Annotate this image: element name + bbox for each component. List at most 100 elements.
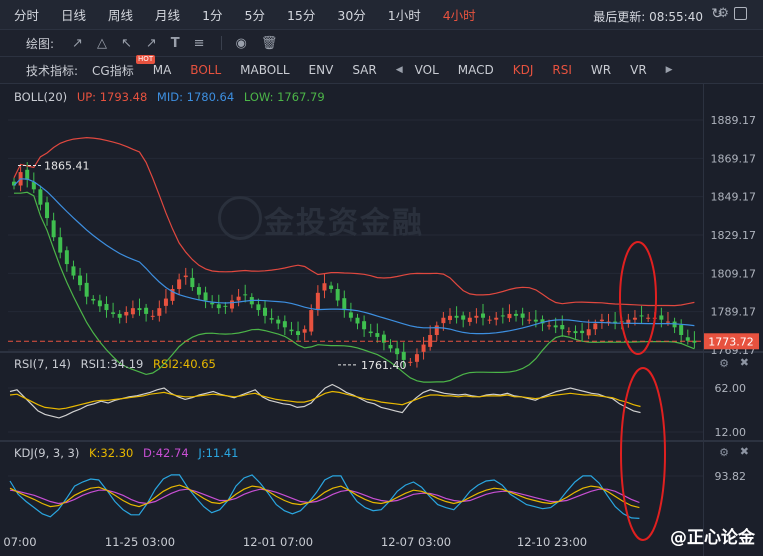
candle-body [276, 319, 281, 324]
kdj-k: K:32.30 [89, 446, 134, 460]
indicator-vol[interactable]: VOL [415, 63, 439, 77]
kdj-title: KDJ(9, 3, 3) [14, 446, 80, 460]
candle-body [454, 315, 459, 318]
ray-tool-icon[interactable]: ↖ [121, 36, 132, 51]
candle-body [395, 348, 400, 355]
tab-timeframe-8[interactable]: 1小时 [388, 5, 421, 24]
candle-body [163, 298, 168, 306]
candle-body [124, 311, 129, 316]
candle-body [263, 307, 268, 316]
indicator-kdj[interactable]: KDJ [513, 63, 534, 77]
kdj-k-line [9, 484, 640, 509]
candle-body [150, 315, 155, 317]
candle-body [441, 317, 446, 324]
boll-up: UP: 1793.48 [76, 90, 148, 104]
candle-body [375, 333, 380, 337]
candle-body [104, 303, 109, 311]
tab-timeframe-6[interactable]: 15分 [287, 5, 315, 24]
indicator-sar[interactable]: SAR [352, 63, 376, 77]
brand-watermark: @正心论金 [670, 528, 755, 548]
price-axis-border [703, 84, 704, 556]
indicator-wr[interactable]: WR [591, 63, 611, 77]
candle-body [38, 189, 43, 205]
rsi2-line [9, 390, 641, 410]
candle-body [580, 330, 585, 334]
rsi-close-icon[interactable]: ✖ [740, 356, 749, 369]
candle-body [421, 344, 426, 352]
candle-body [586, 329, 591, 336]
candle-body [84, 282, 89, 297]
candle-body [685, 337, 690, 341]
line-tool-icon[interactable]: ↗ [72, 36, 83, 51]
candle-body [210, 302, 215, 305]
tab-timeframe-3[interactable]: 月线 [155, 5, 180, 24]
fullscreen-icon[interactable] [734, 7, 747, 20]
candle-body [348, 312, 353, 318]
candle-body [520, 313, 525, 318]
candle-body [203, 292, 208, 301]
price-tick-label: 1849.17 [711, 191, 757, 204]
tab-timeframe-2[interactable]: 周线 [108, 5, 133, 24]
tab-timeframe-0[interactable]: 分时 [14, 5, 39, 24]
candle-body [216, 304, 221, 309]
candle-body [78, 275, 83, 286]
annotation-ellipse-price [619, 241, 657, 355]
indicator-boll[interactable]: BOLL [190, 63, 221, 77]
indicator-cg指标[interactable]: CG指标 HOT [92, 54, 156, 79]
candle-body [243, 294, 248, 296]
candle-body [64, 250, 69, 265]
tab-timeframe-9[interactable]: 4小时 [443, 5, 476, 24]
candle-body [659, 315, 664, 320]
kdj-legend: KDJ(9, 3, 3) K:32.30 D:42.74 J:11.41 [14, 446, 239, 460]
price-tick-label: 1889.17 [711, 114, 757, 127]
gear-icon[interactable]: ⚙ [717, 6, 729, 21]
indicator-maboll[interactable]: MABOLL [240, 63, 289, 77]
tab-timeframe-5[interactable]: 5分 [245, 5, 265, 24]
arrow-tool-icon[interactable]: ↗ [146, 36, 157, 51]
candle-body [507, 313, 512, 319]
candle-body [91, 298, 96, 301]
kdj-close-icon[interactable]: ✖ [740, 445, 749, 458]
rsi2-value: RSI2:40.65 [153, 357, 216, 371]
triangle-tool-icon[interactable]: △ [97, 36, 107, 51]
candle-body [130, 308, 135, 315]
indicator-ma[interactable]: MA [153, 63, 172, 77]
candle-body [481, 313, 486, 318]
indicator-rsi[interactable]: RSI [552, 63, 572, 77]
rsi-tick-label: 12.00 [715, 426, 747, 439]
trash-icon[interactable]: 🗑 [261, 36, 278, 51]
candle-body [368, 331, 373, 334]
eye-icon[interactable]: ◉ [236, 36, 247, 51]
text-tool-icon[interactable]: T [171, 36, 180, 51]
time-axis-label: 07:00 [3, 535, 36, 549]
tab-timeframe-4[interactable]: 1分 [202, 5, 222, 24]
candle-body [408, 361, 413, 363]
candle-body [434, 325, 439, 335]
indicator-macd[interactable]: MACD [458, 63, 494, 77]
candle-body [296, 331, 301, 335]
price-tick-label: 1829.17 [711, 229, 757, 242]
tab-timeframe-1[interactable]: 日线 [61, 5, 86, 24]
candle-body [236, 296, 241, 301]
kdj-settings-icon[interactable]: ⚙ [719, 446, 729, 459]
candle-body [58, 237, 63, 253]
indicator-env[interactable]: ENV [309, 63, 334, 77]
candle-body [362, 321, 367, 330]
candle-body [309, 310, 314, 332]
boll-low: LOW: 1767.79 [243, 90, 325, 104]
candle-body [474, 315, 479, 318]
candle-body [342, 298, 347, 311]
candle-body [111, 312, 116, 314]
candle-body [315, 292, 320, 311]
candle-body [117, 313, 122, 318]
candle-body [157, 308, 162, 316]
indicator-vr[interactable]: VR [630, 63, 647, 77]
price-tick-label: 1869.17 [711, 152, 757, 165]
candle-body [282, 321, 287, 328]
watermark-logo-icon [218, 196, 262, 240]
scroll-right-icon[interactable]: ▶ [666, 65, 673, 75]
fib-tool-icon[interactable]: ≡ [194, 36, 205, 51]
rsi-settings-icon[interactable]: ⚙ [719, 357, 729, 370]
scroll-left-icon[interactable]: ◀ [396, 65, 403, 75]
tab-timeframe-7[interactable]: 30分 [337, 5, 365, 24]
